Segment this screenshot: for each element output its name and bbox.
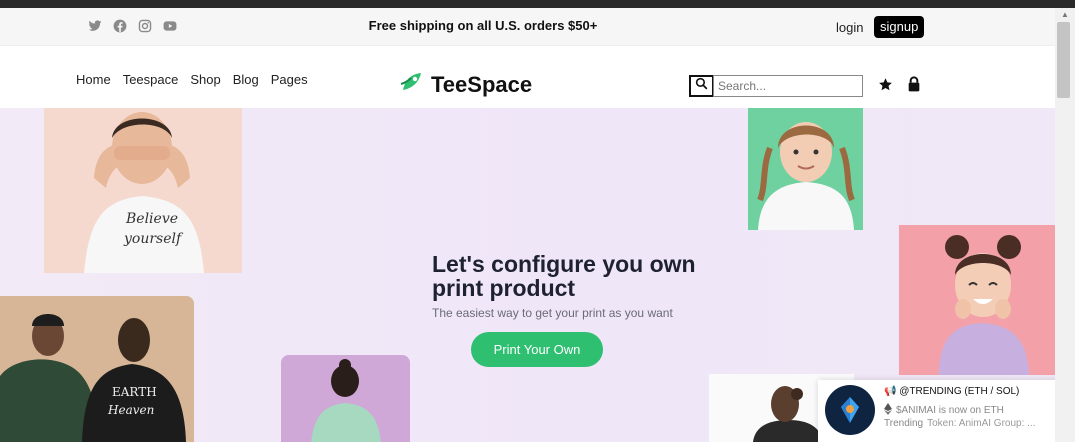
signup-button[interactable]: signup <box>874 16 925 38</box>
logo-text: TeeSpace <box>431 71 533 97</box>
megaphone-icon: 📢 <box>884 386 897 397</box>
hero-headline-line2: print product <box>432 275 576 301</box>
hero-photo-woman-back <box>281 355 410 442</box>
scroll-up-arrow-icon[interactable]: ▲ <box>1055 10 1075 22</box>
login-link[interactable]: login <box>836 20 863 35</box>
svg-text:EARTH: EARTH <box>112 385 157 399</box>
hero-headline-line1: Let's configure you own <box>432 251 696 277</box>
shipping-banner: Free shipping on all U.S. orders $50+ <box>368 18 598 33</box>
main-nav: Home Teespace Shop Blog Pages TeeSpace <box>0 46 1055 108</box>
svg-text:yourself: yourself <box>123 231 184 247</box>
search-input[interactable] <box>713 75 863 97</box>
notification-message: $ANIMAI is now on ETH <box>884 403 1004 418</box>
star-icon[interactable] <box>878 77 893 97</box>
nav-link-blog[interactable]: Blog <box>233 72 259 87</box>
top-bar: Free shipping on all U.S. orders $50+ lo… <box>0 8 1055 46</box>
search-button[interactable] <box>689 75 714 97</box>
search-icon <box>695 77 708 95</box>
hero-photo-boy: Believe yourself <box>44 108 242 273</box>
print-your-own-button[interactable]: Print Your Own <box>471 332 603 367</box>
notification-detail: Trending Token: AnimAI Group: ... <box>884 418 1036 429</box>
page-scrollbar[interactable]: ▲ <box>1055 8 1075 442</box>
logo-icon <box>399 70 425 99</box>
svg-text:Believe: Believe <box>125 211 178 227</box>
notification-detail-text: Token: AnimAI Group: ... <box>927 418 1036 429</box>
hero-subline: The easiest way to get your print as you… <box>432 306 673 320</box>
ethereum-icon <box>884 403 892 418</box>
nav-link-pages[interactable]: Pages <box>271 72 308 87</box>
hero-headline: Let's configure you own print product <box>432 252 696 300</box>
scroll-thumb[interactable] <box>1057 22 1070 98</box>
notification-title: 📢 @TRENDING (ETH / SOL) <box>884 386 1020 397</box>
trending-notification[interactable]: × 📢 @TRENDING (ETH / SOL) $ANIMAI is now… <box>818 380 1071 442</box>
nav-links: Home Teespace Shop Blog Pages <box>76 72 308 87</box>
hero-photo-girl-green <box>748 108 863 230</box>
site-logo[interactable]: TeeSpace <box>399 70 532 99</box>
hero-photo-girl-pink <box>899 225 1055 375</box>
lock-icon[interactable] <box>907 76 921 97</box>
svg-text:Heaven: Heaven <box>107 403 154 417</box>
notification-avatar <box>825 385 875 435</box>
hero-photo-two-men: EARTH Heaven <box>0 296 194 442</box>
notification-detail-label: Trending <box>884 418 924 429</box>
nav-link-home[interactable]: Home <box>76 72 111 87</box>
page: Free shipping on all U.S. orders $50+ lo… <box>0 8 1075 442</box>
nav-link-teespace[interactable]: Teespace <box>123 72 179 87</box>
nav-link-shop[interactable]: Shop <box>190 72 220 87</box>
